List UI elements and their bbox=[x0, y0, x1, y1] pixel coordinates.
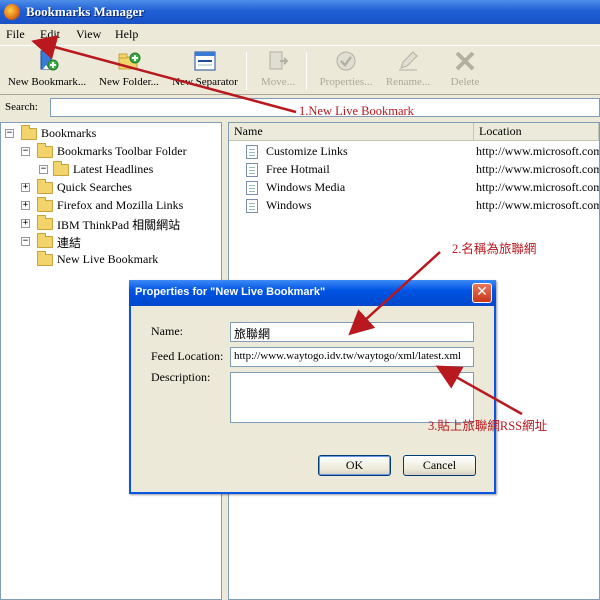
menu-file[interactable]: File bbox=[6, 27, 25, 42]
new-separator-icon bbox=[194, 51, 216, 71]
rename-pencil-icon bbox=[399, 51, 418, 71]
expand-icon[interactable]: + bbox=[21, 201, 30, 210]
collapse-icon[interactable]: − bbox=[21, 147, 30, 156]
dialog-title: Properties for "New Live Bookmark" bbox=[135, 286, 326, 298]
feed-location-label: Feed Location: bbox=[151, 349, 224, 363]
tree-item-firefox-links[interactable]: + Firefox and Mozilla Links bbox=[21, 197, 216, 215]
name-label: Name: bbox=[151, 324, 183, 338]
list-row[interactable]: Free Hotmail http://www.microsoft.com/ bbox=[229, 161, 599, 179]
row-location: http://www.microsoft.com/ bbox=[476, 162, 599, 176]
column-header-name[interactable]: Name bbox=[229, 123, 474, 141]
row-location: http://www.microsoft.com/ bbox=[476, 180, 599, 194]
folder-open-icon bbox=[21, 125, 37, 140]
folder-icon bbox=[37, 215, 53, 230]
live-folder-icon bbox=[53, 161, 69, 176]
folder-icon bbox=[37, 197, 53, 212]
tree-item-ibm-thinkpad[interactable]: + IBM ThinkPad 相關網站 bbox=[21, 215, 216, 233]
folder-open-icon bbox=[37, 143, 53, 158]
toolbar-separator bbox=[246, 52, 247, 90]
menu-edit[interactable]: Edit bbox=[40, 27, 60, 42]
row-name: Customize Links bbox=[266, 144, 348, 158]
firefox-icon bbox=[4, 4, 20, 20]
properties-button[interactable]: Properties... bbox=[316, 50, 376, 94]
row-name: Windows Media bbox=[266, 180, 346, 194]
page-icon bbox=[246, 163, 258, 177]
tree-item-toolbar-folder[interactable]: − Bookmarks Toolbar Folder bbox=[21, 143, 216, 161]
properties-icon bbox=[336, 51, 356, 71]
properties-label: Properties... bbox=[319, 76, 373, 88]
collapse-icon[interactable]: − bbox=[5, 129, 14, 138]
delete-label: Delete bbox=[450, 76, 480, 88]
annotation-step2: 2.名稱為旅聯網 bbox=[452, 242, 537, 256]
rename-button[interactable]: Rename... bbox=[381, 50, 435, 94]
collapse-icon[interactable]: − bbox=[39, 165, 48, 174]
move-button[interactable]: Move... bbox=[256, 50, 300, 94]
close-icon[interactable]: ✕ bbox=[472, 283, 492, 303]
tree-label: Quick Searches bbox=[57, 180, 132, 194]
list-row[interactable]: Windows http://www.microsoft.com/ bbox=[229, 197, 599, 215]
tree-item-quick-searches[interactable]: + Quick Searches bbox=[21, 179, 216, 197]
row-location: http://www.microsoft.com/ bbox=[476, 144, 599, 158]
delete-button[interactable]: Delete bbox=[444, 50, 486, 94]
window-title: Bookmarks Manager bbox=[26, 4, 145, 19]
row-name: Free Hotmail bbox=[266, 162, 330, 176]
expand-icon[interactable]: + bbox=[21, 219, 30, 228]
tree-item-new-live-bookmark[interactable]: New Live Bookmark bbox=[21, 251, 216, 269]
new-bookmark-button[interactable]: New Bookmark... bbox=[4, 50, 90, 94]
move-label: Move... bbox=[261, 76, 295, 88]
toolbar-separator bbox=[306, 52, 307, 90]
tree-label: New Live Bookmark bbox=[57, 252, 159, 266]
ok-button[interactable]: OK bbox=[318, 455, 391, 476]
annotation-step3: 3.貼上旅聯網RSS網址 bbox=[428, 419, 548, 433]
collapse-icon[interactable]: − bbox=[21, 237, 30, 246]
properties-dialog: Properties for "New Live Bookmark" ✕ Nam… bbox=[129, 280, 496, 494]
tree-label: Latest Headlines bbox=[73, 162, 154, 176]
list-row[interactable]: Windows Media http://www.microsoft.com/ bbox=[229, 179, 599, 197]
search-label: Search: bbox=[5, 101, 38, 113]
new-separator-button[interactable]: New Separator bbox=[169, 50, 241, 94]
page-icon bbox=[246, 145, 258, 159]
new-bookmark-label: New Bookmark... bbox=[7, 76, 87, 88]
tree-item-links[interactable]: − 連結 bbox=[21, 233, 216, 251]
tree-label: IBM ThinkPad 相關網站 bbox=[57, 218, 181, 232]
tree-item-latest-headlines[interactable]: − Latest Headlines bbox=[39, 161, 217, 179]
feed-location-field[interactable]: http://www.waytogo.idv.tw/waytogo/xml/la… bbox=[230, 347, 474, 367]
row-name: Windows bbox=[266, 198, 312, 212]
move-icon bbox=[269, 51, 289, 70]
menu-help[interactable]: Help bbox=[115, 27, 138, 42]
column-header-location[interactable]: Location bbox=[474, 123, 599, 141]
menu-view[interactable]: View bbox=[76, 27, 101, 42]
new-folder-button[interactable]: New Folder... bbox=[95, 50, 163, 94]
tree-root-bookmarks[interactable]: − Bookmarks bbox=[5, 125, 215, 143]
tree-label: Bookmarks bbox=[41, 126, 97, 140]
new-folder-icon bbox=[118, 52, 141, 70]
name-field[interactable]: 旅聯網 bbox=[230, 322, 474, 342]
tree-label: Bookmarks Toolbar Folder bbox=[57, 144, 187, 158]
expand-icon[interactable]: + bbox=[21, 183, 30, 192]
new-bookmark-icon bbox=[40, 50, 59, 71]
list-row[interactable]: Customize Links http://www.microsoft.com… bbox=[229, 143, 599, 161]
description-label: Description: bbox=[151, 370, 211, 384]
rename-label: Rename... bbox=[385, 76, 431, 88]
delete-x-icon bbox=[455, 51, 475, 71]
new-separator-label: New Separator bbox=[172, 76, 238, 88]
window-titlebar: Bookmarks Manager bbox=[0, 0, 600, 24]
row-location: http://www.microsoft.com/ bbox=[476, 198, 599, 212]
page-icon bbox=[246, 181, 258, 195]
live-folder-icon bbox=[37, 251, 53, 266]
cancel-button[interactable]: Cancel bbox=[403, 455, 476, 476]
menu-bar: File Edit View Help bbox=[0, 24, 600, 44]
dialog-titlebar: Properties for "New Live Bookmark" ✕ bbox=[129, 280, 496, 306]
toolbar: New Bookmark... New Folder... New Separa… bbox=[0, 45, 600, 95]
tree-label: 連結 bbox=[57, 236, 82, 250]
folder-open-icon bbox=[37, 233, 53, 248]
new-folder-label: New Folder... bbox=[99, 76, 159, 88]
annotation-step1: 1.New Live Bookmark bbox=[299, 104, 414, 118]
tree-label: Firefox and Mozilla Links bbox=[57, 198, 184, 212]
folder-icon bbox=[37, 179, 53, 194]
page-icon bbox=[246, 199, 258, 213]
